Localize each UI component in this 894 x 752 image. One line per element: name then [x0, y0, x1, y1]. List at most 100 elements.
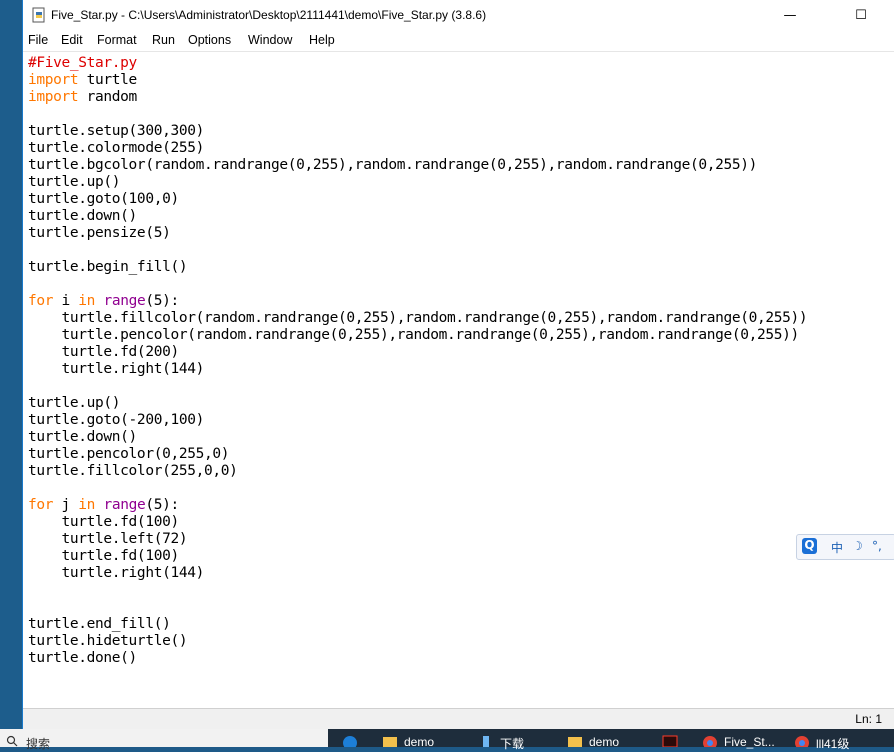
code-line[interactable]: turtle.pensize(5): [28, 225, 171, 242]
code-token: turtle: [78, 72, 138, 88]
title-bar[interactable]: Five_Star.py - C:\Users\Administrator\De…: [23, 0, 894, 31]
edge-icon: [343, 736, 357, 747]
moon-icon[interactable]: ☽: [852, 539, 863, 553]
idle-editor-window: Five_Star.py - C:\Users\Administrator\De…: [22, 0, 894, 730]
code-token: turtle.up(): [28, 174, 121, 190]
keyword-token: in: [78, 293, 96, 309]
ime-mode-toggle[interactable]: 中: [831, 539, 843, 556]
keyword-token: in: [78, 497, 96, 513]
code-token: turtle.pensize(5): [28, 225, 171, 241]
menu-format[interactable]: Format: [97, 33, 137, 47]
code-token: turtle.end_fill(): [28, 616, 171, 632]
code-line[interactable]: turtle.done(): [28, 650, 137, 667]
folder-icon: [568, 737, 582, 747]
code-token: turtle.fillcolor(random.randrange(0,255)…: [28, 310, 808, 326]
code-line[interactable]: turtle.setup(300,300): [28, 123, 204, 140]
minimize-button[interactable]: —: [767, 0, 813, 31]
code-token: turtle.bgcolor(random.randrange(0,255),r…: [28, 157, 758, 173]
code-token: turtle.up(): [28, 395, 121, 411]
desktop-background-strip: [0, 0, 22, 747]
code-token: turtle.fd(200): [28, 344, 180, 360]
code-token: turtle.down(): [28, 208, 137, 224]
code-line[interactable]: import random: [28, 89, 137, 106]
code-line[interactable]: turtle.fd(100): [28, 548, 180, 565]
code-token: (5):: [145, 293, 179, 309]
ime-punct-toggle[interactable]: °,: [872, 539, 882, 553]
code-token: turtle.goto(-200,100): [28, 412, 204, 428]
code-token: turtle.fillcolor(255,0,0): [28, 463, 238, 479]
menu-run[interactable]: Run: [152, 33, 175, 47]
taskbar-edge[interactable]: [340, 729, 370, 747]
keyword-token: import: [28, 89, 79, 105]
taskbar-adobe[interactable]: [660, 729, 690, 747]
code-line[interactable]: turtle.right(144): [28, 565, 205, 582]
taskbar-chrome-five-star[interactable]: Five_St...: [700, 729, 784, 749]
adobe-icon: [662, 735, 678, 747]
code-line[interactable]: turtle.hideturtle(): [28, 633, 188, 650]
taskbar-search-box[interactable]: 搜索: [0, 729, 328, 751]
chrome-icon: [703, 736, 717, 747]
menu-options[interactable]: Options: [188, 33, 231, 47]
code-line[interactable]: turtle.fillcolor(random.randrange(0,255)…: [28, 310, 808, 327]
chrome-icon: [795, 736, 809, 747]
ime-toolbar[interactable]: Q 中 ☽ °,: [796, 534, 894, 560]
code-token: turtle.fd(100): [28, 548, 180, 564]
code-token: random: [78, 89, 138, 105]
code-line[interactable]: turtle.down(): [28, 429, 137, 446]
menu-bar: File Edit Format Run Options Window Help: [23, 31, 894, 52]
code-line[interactable]: turtle.pencolor(0,255,0): [28, 446, 229, 463]
code-line[interactable]: turtle.fd(200): [28, 344, 180, 361]
status-bar: Ln: 1: [23, 708, 894, 730]
code-token: turtle.done(): [28, 650, 137, 666]
code-line[interactable]: turtle.fd(100): [28, 514, 180, 531]
code-line[interactable]: turtle.begin_fill(): [28, 259, 188, 276]
code-line[interactable]: for j in range(5):: [28, 497, 179, 514]
download-icon: [483, 736, 489, 747]
window-title: Five_Star.py - C:\Users\Administrator\De…: [51, 8, 487, 22]
code-token: turtle.begin_fill(): [28, 259, 188, 275]
code-line[interactable]: import turtle: [28, 72, 137, 89]
code-token: turtle.hideturtle(): [28, 633, 188, 649]
menu-edit[interactable]: Edit: [61, 33, 83, 47]
taskbar: 搜索 demo 下载 demo Five_St... lll41级: [0, 729, 894, 751]
code-line[interactable]: turtle.bgcolor(random.randrange(0,255),r…: [28, 157, 757, 174]
code-line[interactable]: turtle.goto(100,0): [28, 191, 179, 208]
code-editor[interactable]: #Five_Star.py import turtle import random t…: [23, 53, 894, 708]
keyword-token: import: [28, 72, 79, 88]
menu-file[interactable]: File: [28, 33, 48, 47]
maximize-button[interactable]: ☐: [838, 0, 884, 31]
taskbar-downloads[interactable]: 下载: [476, 729, 558, 751]
code-token: turtle.goto(100,0): [28, 191, 179, 207]
code-line[interactable]: for i in range(5):: [28, 293, 179, 310]
builtin-token: range: [103, 497, 146, 513]
code-token: turtle.left(72): [28, 531, 188, 547]
code-line[interactable]: turtle.left(72): [28, 531, 188, 548]
code-line[interactable]: turtle.right(144): [28, 361, 205, 378]
taskbar-label: 下载: [500, 737, 525, 751]
code-line[interactable]: turtle.fillcolor(255,0,0): [28, 463, 238, 480]
comment-token: #Five_Star.py: [28, 55, 137, 71]
keyword-token: for: [28, 293, 54, 309]
menu-help[interactable]: Help: [309, 33, 335, 47]
code-line[interactable]: turtle.up(): [28, 395, 121, 412]
code-line[interactable]: turtle.down(): [28, 208, 137, 225]
keyword-token: for: [28, 497, 54, 513]
taskbar-folder-demo-2[interactable]: demo: [565, 729, 649, 749]
code-line[interactable]: turtle.end_fill(): [28, 616, 171, 633]
menu-window[interactable]: Window: [248, 33, 292, 47]
taskbar-chrome-2[interactable]: lll41级: [792, 729, 892, 751]
code-line[interactable]: turtle.up(): [28, 174, 121, 191]
code-line[interactable]: turtle.goto(-200,100): [28, 412, 204, 429]
python-file-icon: [32, 7, 45, 23]
taskbar-folder-demo-1[interactable]: demo: [380, 729, 464, 749]
search-label: 搜索: [26, 737, 51, 751]
code-line[interactable]: turtle.pencolor(random.randrange(0,255),…: [28, 327, 800, 344]
code-token: turtle.colormode(255): [28, 140, 204, 156]
code-token: i: [53, 293, 79, 309]
code-token: turtle.pencolor(0,255,0): [28, 446, 230, 462]
code-line[interactable]: #Five_Star.py: [28, 55, 137, 72]
ime-logo-icon[interactable]: Q: [802, 538, 817, 554]
code-token: turtle.pencolor(random.randrange(0,255),…: [28, 327, 800, 343]
folder-icon: [383, 737, 397, 747]
code-line[interactable]: turtle.colormode(255): [28, 140, 204, 157]
